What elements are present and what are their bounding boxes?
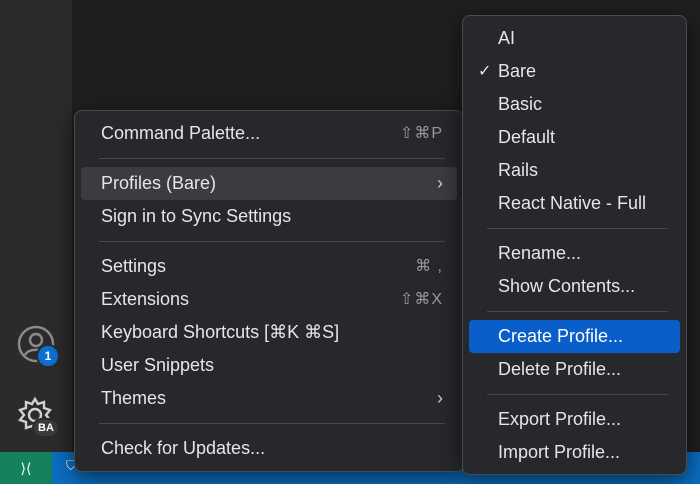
menu-item-label: Rename... (498, 243, 582, 263)
menu-separator (99, 241, 445, 242)
menu-item-label: User Snippets (101, 355, 215, 375)
menu-separator (99, 158, 445, 159)
menu-item-settings[interactable]: Settings ⌘ , (81, 250, 457, 283)
profile-item-ai[interactable]: AI (469, 22, 680, 55)
shortcut-label: ⇧⌘P (399, 125, 443, 142)
menu-item-label: Sign in to Sync Settings (101, 206, 292, 226)
remote-indicator-button[interactable]: ⟩⟨ (0, 452, 52, 484)
profiles-submenu: AI ✓ Bare Basic Default Rails React Nati… (462, 15, 687, 475)
menu-item-label: Import Profile... (498, 442, 621, 462)
menu-item-label: Themes (101, 388, 167, 408)
menu-item-import-profile[interactable]: Import Profile... (469, 436, 680, 469)
menu-item-label: Keyboard Shortcuts [⌘K ⌘S] (101, 322, 340, 342)
menu-item-label: Delete Profile... (498, 359, 622, 379)
menu-separator (487, 394, 668, 395)
menu-item-create-profile[interactable]: Create Profile... (469, 320, 680, 353)
menu-item-label: Extensions (101, 289, 190, 309)
profile-item-default[interactable]: Default (469, 121, 680, 154)
profile-badge: BA (32, 418, 60, 438)
chevron-right-icon: › (437, 173, 443, 193)
checkmark-icon: ✓ (478, 63, 492, 80)
profile-item-react-native-full[interactable]: React Native - Full (469, 187, 680, 220)
account-badge: 1 (36, 344, 60, 368)
profile-label: Rails (498, 160, 539, 180)
menu-item-label: Command Palette... (101, 123, 261, 143)
menu-item-label: Export Profile... (498, 409, 622, 429)
menu-item-label: Show Contents... (498, 276, 636, 296)
menu-separator (487, 228, 668, 229)
profile-item-rails[interactable]: Rails (469, 154, 680, 187)
profile-label: Basic (498, 94, 543, 114)
shortcut-label: ⇧⌘X (399, 291, 443, 308)
remote-icon: ⟩⟨ (20, 459, 32, 476)
profile-item-bare[interactable]: ✓ Bare (469, 55, 680, 88)
chevron-right-icon: › (437, 388, 443, 408)
shortcut-label: ⌘ , (415, 258, 443, 275)
manage-menu: Command Palette... ⇧⌘P Profiles (Bare) ›… (74, 110, 464, 472)
menu-item-check-updates[interactable]: Check for Updates... (81, 432, 457, 465)
profile-label: React Native - Full (498, 193, 647, 213)
menu-item-rename[interactable]: Rename... (469, 237, 680, 270)
menu-item-label: Settings (101, 256, 167, 276)
menu-item-user-snippets[interactable]: User Snippets (81, 349, 457, 382)
profile-label: Bare (498, 61, 537, 81)
profile-item-basic[interactable]: Basic (469, 88, 680, 121)
menu-item-profiles[interactable]: Profiles (Bare) › (81, 167, 457, 200)
menu-item-show-contents[interactable]: Show Contents... (469, 270, 680, 303)
menu-item-extensions[interactable]: Extensions ⇧⌘X (81, 283, 457, 316)
menu-separator (487, 311, 668, 312)
menu-item-sign-in-sync[interactable]: Sign in to Sync Settings (81, 200, 457, 233)
menu-item-keyboard-shortcuts[interactable]: Keyboard Shortcuts [⌘K ⌘S] (81, 316, 457, 349)
profile-label: AI (498, 28, 516, 48)
profile-label: Default (498, 127, 556, 147)
menu-item-delete-profile[interactable]: Delete Profile... (469, 353, 680, 386)
menu-item-export-profile[interactable]: Export Profile... (469, 403, 680, 436)
menu-item-themes[interactable]: Themes › (81, 382, 457, 415)
menu-item-label: Profiles (Bare) (101, 173, 217, 193)
menu-item-command-palette[interactable]: Command Palette... ⇧⌘P (81, 117, 457, 150)
menu-separator (99, 423, 445, 424)
activity-bar (0, 0, 72, 452)
menu-item-label: Create Profile... (498, 326, 624, 346)
menu-item-label: Check for Updates... (101, 438, 266, 458)
